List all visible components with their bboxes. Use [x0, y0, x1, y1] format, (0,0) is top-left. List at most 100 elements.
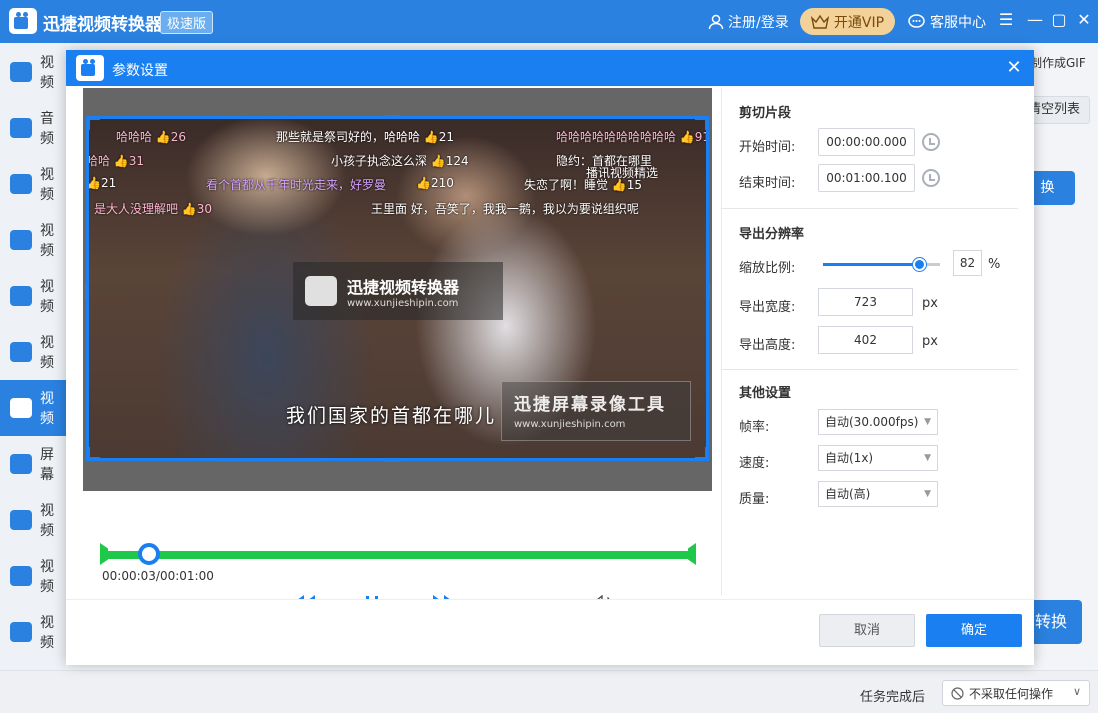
start-time-input[interactable]: 00:00:00.000	[818, 128, 915, 156]
resolution-section-title: 导出分辨率	[739, 227, 805, 242]
time-display: 00:00:03/00:01:00	[102, 569, 214, 583]
sidebar-item[interactable]: 视频	[0, 212, 66, 268]
fps-label: 帧率:	[739, 420, 770, 435]
crop-handle-top-right[interactable]	[695, 116, 709, 130]
crop-handle-bottom[interactable]	[385, 458, 401, 462]
sidebar-item-label: 视频	[40, 223, 54, 259]
width-unit: px	[922, 296, 938, 311]
quality-value: 自动(高)	[825, 487, 871, 501]
trim-end-handle[interactable]	[688, 543, 696, 565]
video-area: 迅捷视频转换器 www.xunjieshipin.com 迅捷屏幕录像工具 ww…	[83, 88, 712, 491]
app-logo-icon	[9, 8, 37, 34]
scale-input[interactable]: 82	[953, 250, 982, 276]
vip-button[interactable]: 开通VIP	[800, 8, 895, 35]
playhead-knob[interactable]	[138, 543, 160, 565]
login-label: 注册/登录	[728, 15, 789, 31]
end-time-input[interactable]: 00:01:00.100	[818, 164, 915, 192]
height-label: 导出高度:	[739, 338, 796, 353]
close-window-icon[interactable]: ✕	[1074, 10, 1094, 30]
crop-handle-right[interactable]	[706, 283, 710, 299]
video-merge-icon	[10, 230, 32, 250]
sidebar-item-label: 视频	[40, 335, 54, 371]
dialog-titlebar: 参数设置 ✕	[66, 50, 1034, 86]
minimize-icon[interactable]: —	[1025, 10, 1045, 30]
time-total: 00:01:00	[159, 569, 214, 583]
height-unit: px	[922, 334, 938, 349]
support-link[interactable]: 客服中心	[908, 12, 986, 32]
settings-panel: 剪切片段 开始时间: 00:00:00.000 结束时间: 00:01:00.1…	[721, 88, 1018, 595]
trim-start-handle[interactable]	[100, 543, 108, 565]
support-label: 客服中心	[930, 15, 986, 31]
sidebar-item[interactable]: 视频	[0, 268, 66, 324]
screen-record-icon	[10, 454, 32, 474]
reset-end-icon[interactable]	[922, 169, 940, 187]
crop-handle-top[interactable]	[385, 115, 401, 119]
sidebar-item[interactable]: 屏幕	[0, 436, 66, 492]
trim-timeline[interactable]	[100, 543, 696, 565]
maximize-icon[interactable]: ▢	[1049, 10, 1069, 30]
sidebar-item[interactable]: 音频	[0, 100, 66, 156]
crop-handle-bottom-left[interactable]	[86, 447, 100, 461]
chevron-down-icon: ▼	[924, 453, 931, 463]
sidebar-item-label: 视频	[40, 503, 54, 539]
dialog-close-icon[interactable]: ✕	[1004, 57, 1024, 78]
width-input[interactable]: 723	[818, 288, 913, 316]
crop-box[interactable]	[85, 115, 710, 462]
sidebar-item[interactable]: 视频	[0, 492, 66, 548]
menu-icon[interactable]: ☰	[996, 10, 1016, 30]
cancel-button[interactable]: 取消	[819, 614, 915, 647]
video-optimize-icon	[10, 510, 32, 530]
fps-select[interactable]: 自动(30.000fps) ▼	[818, 409, 938, 435]
reset-start-icon[interactable]	[922, 133, 940, 151]
height-input[interactable]: 402	[818, 326, 913, 354]
chevron-down-icon: ∨	[1072, 685, 1081, 698]
sidebar-item[interactable]: 视频	[0, 324, 66, 380]
end-time-label: 结束时间:	[739, 176, 796, 191]
crop-handle-top-left[interactable]	[86, 116, 100, 130]
ban-icon	[951, 686, 964, 700]
scale-label: 缩放比例:	[739, 261, 796, 276]
time-current: 00:00:03	[102, 569, 156, 583]
scale-unit: %	[988, 257, 1001, 272]
video-compress-icon	[10, 174, 32, 194]
user-icon	[708, 14, 724, 30]
login-link[interactable]: 注册/登录	[708, 12, 789, 32]
speed-select[interactable]: 自动(1x) ▼	[818, 445, 938, 471]
gif-option[interactable]: 制作成GIF	[1030, 54, 1086, 71]
divider	[722, 369, 1018, 370]
dialog-logo-icon	[76, 55, 104, 81]
chevron-down-icon: ▼	[924, 417, 931, 427]
sidebar-item-label: 视频	[40, 279, 54, 315]
sidebar-item[interactable]: 视频	[0, 44, 66, 100]
dialog-title: 参数设置	[112, 63, 168, 79]
divider	[722, 208, 1018, 209]
sidebar-item-label: 音频	[40, 111, 54, 147]
gif-label: 制作成GIF	[1030, 56, 1086, 70]
vip-label: 开通VIP	[833, 14, 885, 31]
speed-value: 自动(1x)	[825, 451, 874, 465]
main-content-edge	[1034, 43, 1098, 670]
video-to-gif-icon	[10, 398, 32, 418]
trim-range-bar	[100, 551, 696, 559]
crop-handle-bottom-right[interactable]	[695, 447, 709, 461]
preview-panel: 迅捷视频转换器 www.xunjieshipin.com 迅捷屏幕录像工具 ww…	[83, 88, 713, 612]
after-task-value: 不采取任何操作	[969, 686, 1054, 701]
confirm-button[interactable]: 确定	[926, 614, 1022, 647]
width-label: 导出宽度:	[739, 300, 796, 315]
audio-convert-icon	[10, 118, 32, 138]
quality-label: 质量:	[739, 492, 770, 507]
speed-label: 速度:	[739, 456, 770, 471]
sidebar-item[interactable]: 视频	[0, 156, 66, 212]
scale-slider[interactable]	[823, 258, 940, 271]
sidebar-item[interactable]: 视频	[0, 548, 66, 604]
sidebar-item-label: 视频	[40, 55, 54, 91]
quality-select[interactable]: 自动(高) ▼	[818, 481, 938, 507]
sidebar-item[interactable]: 视频	[0, 380, 66, 436]
sidebar-item[interactable]: 视频	[0, 604, 66, 660]
sidebar-item-label: 视频	[40, 391, 54, 427]
video-watermark-icon	[10, 342, 32, 362]
scale-knob[interactable]	[913, 258, 926, 271]
after-task-select[interactable]: 不采取任何操作 ∨	[942, 680, 1090, 706]
crop-handle-left[interactable]	[85, 283, 89, 299]
app-name: 迅捷视频转换器	[43, 15, 162, 35]
